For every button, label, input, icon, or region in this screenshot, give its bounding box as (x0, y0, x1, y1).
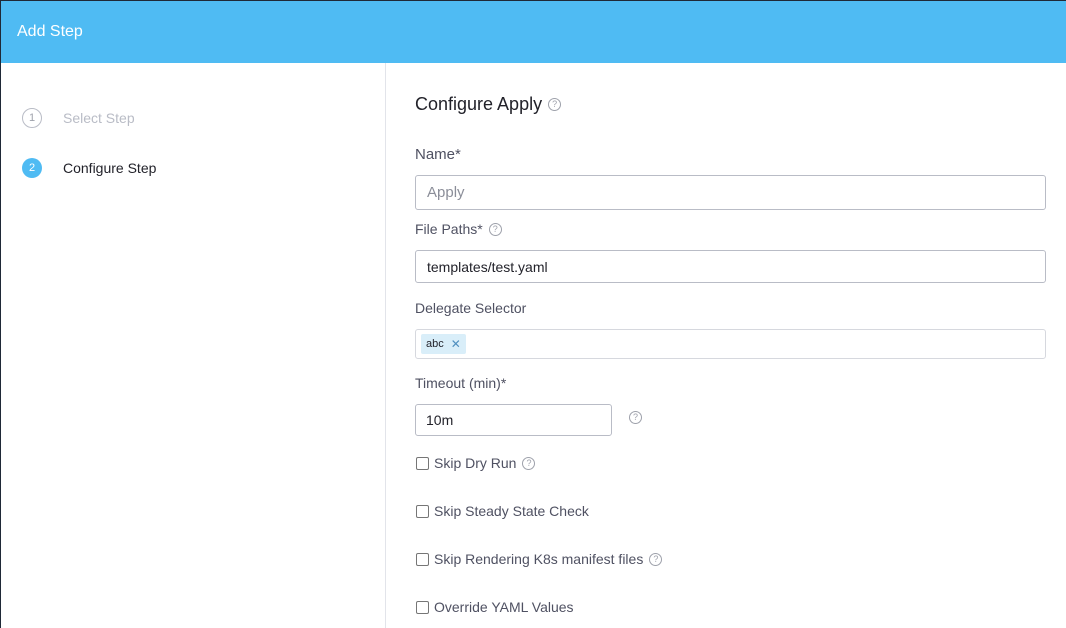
name-label: Name* (415, 146, 461, 163)
help-icon[interactable]: ? (649, 552, 663, 566)
add-step-modal: Add Step 1 Select Step 2 Configure Step … (0, 0, 1066, 628)
file-paths-label: File Paths* ? (415, 221, 502, 237)
skip-rendering-option[interactable]: Skip Rendering K8s manifest files ? (416, 551, 663, 567)
checkbox-label: Override YAML Values (434, 599, 574, 615)
skip-dry-run-checkbox[interactable] (416, 456, 429, 470)
section-title-text: Configure Apply (415, 94, 543, 114)
file-paths-label-text: File Paths* (415, 221, 483, 237)
skip-steady-state-check-option[interactable]: Skip Steady State Check (416, 503, 589, 519)
skip-steady-state-check-checkbox[interactable] (416, 504, 429, 518)
modal-title: Add Step (17, 23, 83, 40)
checkbox-label: Skip Steady State Check (434, 503, 589, 519)
override-yaml-values-checkbox[interactable] (416, 600, 429, 614)
step-number: 1 (22, 108, 42, 128)
checkbox-label: Skip Rendering K8s manifest files (434, 551, 644, 567)
help-icon[interactable]: ? (522, 456, 536, 470)
step-label: Configure Step (63, 160, 157, 176)
delegate-selector-label: Delegate Selector (415, 300, 527, 316)
step-configure-step[interactable]: 2 Configure Step (22, 158, 156, 178)
name-input[interactable]: Apply (415, 175, 1046, 210)
timeout-label: Timeout (min)* (415, 375, 507, 391)
override-yaml-values-option[interactable]: Override YAML Values (416, 599, 574, 615)
checkbox-label: Skip Dry Run (434, 455, 517, 471)
delegate-tag: abc ✕ (421, 334, 466, 354)
steps-sidebar: 1 Select Step 2 Configure Step (1, 63, 386, 628)
file-paths-input[interactable]: templates/test.yaml (415, 250, 1046, 283)
skip-rendering-checkbox[interactable] (416, 552, 429, 566)
step-label: Select Step (63, 110, 135, 126)
timeout-input[interactable]: 10m (415, 404, 612, 436)
step-select-step[interactable]: 1 Select Step (22, 108, 135, 128)
help-icon[interactable]: ? (488, 222, 502, 236)
tag-remove-icon[interactable]: ✕ (451, 338, 461, 350)
delegate-selector-input[interactable]: abc ✕ (415, 329, 1046, 359)
help-icon[interactable]: ? (629, 411, 642, 424)
skip-dry-run-option[interactable]: Skip Dry Run ? (416, 455, 536, 471)
configure-panel: Configure Apply ? Name* Apply File Paths… (386, 63, 1066, 628)
help-icon[interactable]: ? (548, 98, 562, 111)
tag-label: abc (426, 338, 444, 350)
step-number: 2 (22, 158, 42, 178)
section-title: Configure Apply ? (415, 94, 562, 115)
modal-header: Add Step (1, 1, 1066, 63)
